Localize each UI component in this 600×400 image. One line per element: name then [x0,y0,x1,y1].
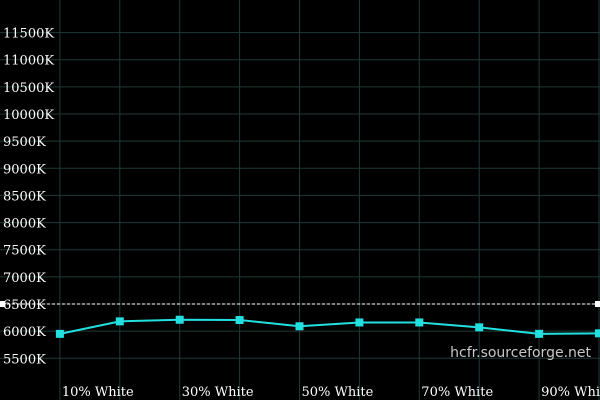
y-tick-label: 9000K [3,162,46,177]
data-point [235,316,244,325]
data-point [415,318,424,327]
data-point [55,329,64,338]
y-tick-label: 8000K [3,217,46,232]
y-tick-label: 10500K [3,81,54,96]
y-tick-label: 6000K [3,325,46,340]
data-point [475,323,484,332]
x-tick-label: 10% White [62,385,134,400]
data-point [355,318,364,327]
y-tick-label: 11500K [3,27,54,42]
y-tick-label: 7500K [3,244,46,259]
data-point [535,329,544,338]
data-point [595,329,600,338]
data-point [115,317,124,326]
y-tick-label: 6500K [3,298,46,313]
y-tick-label: 11000K [3,54,54,69]
y-tick-label: 10000K [3,108,54,123]
y-tick-label: 8500K [3,189,46,204]
reference-line-right-handle [595,301,600,307]
x-tick-label: 30% White [182,385,254,400]
color-temperature-chart: 5500K 6000K 6500K 7000K 7500K 8000K 8500K 9000K… [0,0,600,400]
data-point [295,322,304,331]
x-tick-label: 90% White [541,385,600,400]
y-tick-label: 5500K [3,352,46,367]
data-point [175,315,184,324]
x-tick-label: 50% White [302,385,374,400]
watermark-text: hcfr.sourceforge.net [450,345,591,361]
y-tick-label: 9500K [3,135,46,150]
x-tick-label: 70% White [421,385,493,400]
y-tick-label: 7000K [3,271,46,286]
